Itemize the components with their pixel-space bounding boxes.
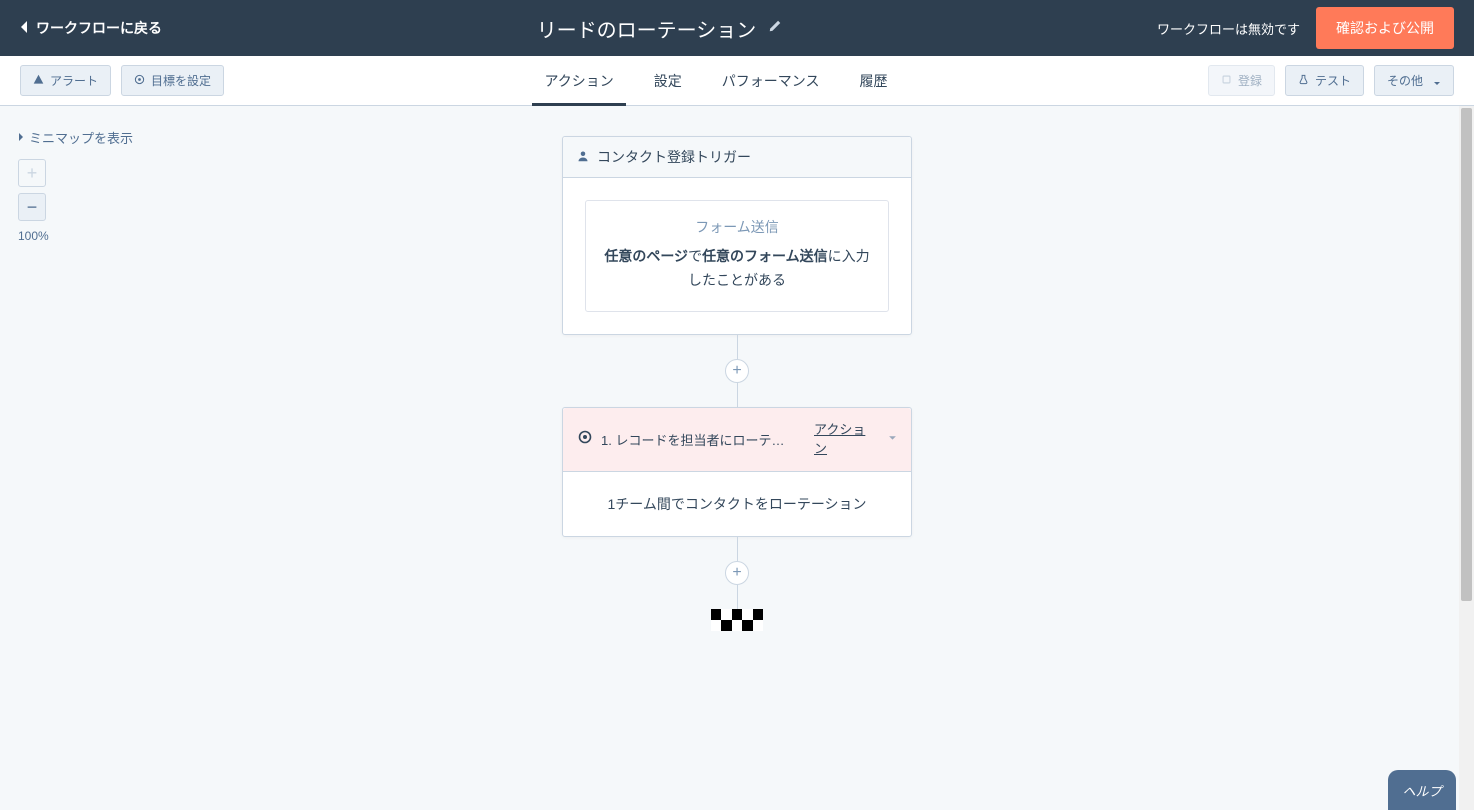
review-and-publish-button[interactable]: 確認および公開 (1316, 7, 1454, 49)
register-icon (1221, 74, 1232, 88)
add-step-button[interactable]: + (725, 561, 749, 585)
desc-mid1: で (688, 248, 702, 264)
add-step-button[interactable]: + (725, 359, 749, 383)
toolbar-left: アラート 目標を設定 (20, 65, 224, 96)
rotate-owner-icon (577, 429, 593, 450)
zoom-level-label: 100% (18, 229, 49, 243)
action-card-header: 1. レコードを担当者にローテ… アクション (563, 408, 911, 472)
register-button-label: 登録 (1238, 72, 1262, 89)
back-label: ワークフローに戻る (36, 18, 162, 38)
caret-down-icon (1433, 77, 1441, 85)
back-to-workflows-link[interactable]: ワークフローに戻る (20, 18, 162, 38)
target-icon (134, 74, 145, 88)
trigger-criteria-title: フォーム送信 (604, 217, 870, 237)
trigger-card-header: コンタクト登録トリガー (563, 137, 911, 178)
trigger-card-body: フォーム送信 任意のページで任意のフォーム送信に入力したことがある (563, 178, 911, 334)
vertical-scrollbar[interactable] (1459, 106, 1474, 810)
canvas-controls: ミニマップを表示 + − 100% (18, 128, 133, 243)
alert-button[interactable]: アラート (20, 65, 111, 96)
tab-history[interactable]: 履歴 (860, 56, 888, 105)
tabs: アクション 設定 パフォーマンス 履歴 (224, 56, 1208, 105)
contact-icon (577, 149, 589, 165)
set-goal-button[interactable]: 目標を設定 (121, 65, 224, 96)
secondary-toolbar: アラート 目標を設定 アクション 設定 パフォーマンス 履歴 登録 テスト その… (0, 56, 1474, 106)
toolbar-right: 登録 テスト その他 (1208, 65, 1454, 96)
chevron-left-icon (20, 20, 28, 37)
action-card-body: 1チーム間でコンタクトをローテーション (563, 472, 911, 536)
topbar-right: ワークフローは無効です 確認および公開 (1157, 7, 1454, 49)
alert-icon (33, 74, 44, 88)
help-button[interactable]: ヘルプ (1388, 770, 1456, 810)
trigger-criteria-desc: 任意のページで任意のフォーム送信に入力したことがある (604, 245, 870, 293)
register-button: 登録 (1208, 65, 1275, 96)
trigger-card-title: コンタクト登録トリガー (597, 147, 751, 167)
workflow-status-text: ワークフローは無効です (1157, 19, 1300, 38)
scrollbar-thumb[interactable] (1461, 108, 1472, 601)
chevron-right-icon (18, 130, 25, 145)
alert-button-label: アラート (50, 72, 98, 89)
test-button-label: テスト (1315, 72, 1351, 89)
finish-flag-icon (711, 609, 763, 631)
connector-line (737, 383, 738, 407)
action-step-label: 1. レコードを担当者にローテ… (601, 430, 806, 449)
tab-performance[interactable]: パフォーマンス (722, 56, 820, 105)
set-goal-button-label: 目標を設定 (151, 72, 211, 89)
test-button[interactable]: テスト (1285, 65, 1364, 96)
action-card[interactable]: 1. レコードを担当者にローテ… アクション 1チーム間でコンタクトをローテーシ… (562, 407, 912, 537)
flask-icon (1298, 74, 1309, 88)
connector-line (737, 585, 738, 609)
more-button-label: その他 (1387, 72, 1423, 89)
trigger-card[interactable]: コンタクト登録トリガー フォーム送信 任意のページで任意のフォーム送信に入力した… (562, 136, 912, 335)
workflow-title: リードのローテーション (537, 14, 757, 43)
tab-settings[interactable]: 設定 (654, 56, 682, 105)
workflow-flow: コンタクト登録トリガー フォーム送信 任意のページで任意のフォーム送信に入力した… (562, 136, 912, 631)
more-button[interactable]: その他 (1374, 65, 1454, 96)
tab-action[interactable]: アクション (544, 56, 613, 105)
minimap-toggle[interactable]: ミニマップを表示 (18, 128, 133, 147)
zoom-out-button[interactable]: − (18, 193, 46, 221)
minimap-toggle-label: ミニマップを表示 (29, 128, 133, 147)
action-menu-link[interactable]: アクション (814, 420, 874, 459)
zoom-in-button: + (18, 159, 46, 187)
connector-line (737, 335, 738, 359)
caret-down-icon (882, 430, 897, 448)
edit-title-icon[interactable] (768, 19, 782, 38)
workflow-canvas[interactable]: ミニマップを表示 + − 100% コンタクト登録トリガー フォーム送信 任意の… (0, 106, 1474, 810)
trigger-criteria-box[interactable]: フォーム送信 任意のページで任意のフォーム送信に入力したことがある (585, 200, 889, 312)
connector-line (737, 537, 738, 561)
top-bar: ワークフローに戻る リードのローテーション ワークフローは無効です 確認および公… (0, 0, 1474, 56)
topbar-center: リードのローテーション (162, 14, 1157, 43)
desc-any-form: 任意のフォーム送信 (702, 248, 828, 264)
desc-any-page: 任意のページ (604, 248, 688, 264)
